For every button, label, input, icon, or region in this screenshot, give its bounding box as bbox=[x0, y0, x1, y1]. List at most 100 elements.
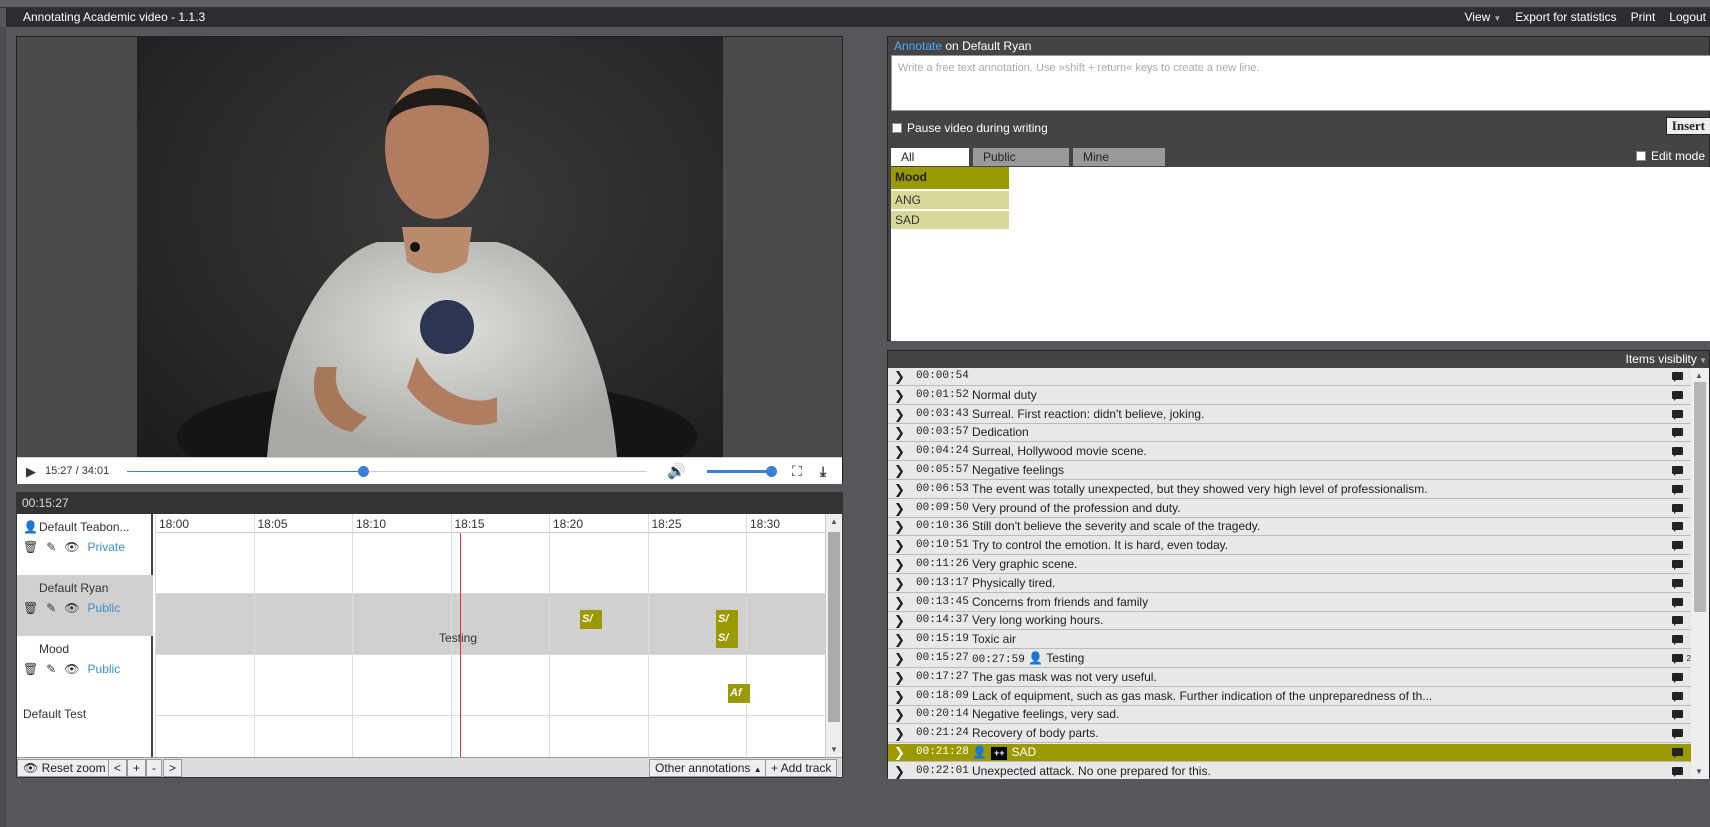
list-item[interactable]: ❯ 00:10:36 Still don't believe the severit… bbox=[888, 518, 1693, 537]
chevron-right-icon[interactable]: ❯ bbox=[894, 669, 905, 686]
timeline-annotation[interactable]: S/ bbox=[580, 610, 602, 629]
track-label[interactable]: 👤 Default Teabon... 🗑 ✎ 👁 Private bbox=[17, 514, 153, 575]
annotation-textarea[interactable]: Write a free text annotation. Use »shift… bbox=[891, 55, 1710, 111]
list-item[interactable]: ❯ 00:05:57 Negative feelings bbox=[888, 462, 1693, 480]
track-row[interactable] bbox=[155, 716, 825, 757]
track-label[interactable]: Default Test bbox=[17, 697, 153, 758]
list-item[interactable]: ❯ 00:17:27 The gas mask was not very usefu… bbox=[888, 668, 1693, 687]
comment-icon[interactable] bbox=[1672, 409, 1683, 420]
comment-icon[interactable] bbox=[1672, 447, 1683, 458]
scroll-up-icon[interactable]: ▲ bbox=[830, 517, 838, 526]
category-item[interactable]: ANG bbox=[891, 191, 1009, 209]
track-visibility[interactable]: Private bbox=[88, 540, 125, 554]
list-item[interactable]: ❯ 00:00:54 bbox=[888, 368, 1693, 386]
list-item[interactable]: ❯ 00:15:19 Toxic air bbox=[888, 631, 1693, 650]
other-annotations-button[interactable]: Other annotations ▲ bbox=[649, 759, 768, 777]
chevron-right-icon[interactable]: ❯ bbox=[894, 500, 905, 517]
volume-slider[interactable] bbox=[707, 466, 777, 477]
chevron-right-icon[interactable]: ❯ bbox=[894, 575, 905, 592]
list-item[interactable]: ❯ 00:10:51 Try to control the emotion. It … bbox=[888, 537, 1693, 556]
track-label[interactable]: Default Ryan 🗑 ✎ 👁 Public bbox=[17, 575, 153, 636]
comment-icon[interactable] bbox=[1672, 635, 1683, 646]
timeline-annotation-text[interactable]: Testing bbox=[439, 631, 477, 645]
insert-button[interactable]: Insert bbox=[1665, 117, 1710, 135]
annotate-link[interactable]: Annotate bbox=[894, 39, 942, 53]
list-item[interactable]: ❯ 00:13:45 Concerns from friends and famil… bbox=[888, 593, 1693, 612]
chevron-right-icon[interactable]: ❯ bbox=[894, 612, 905, 629]
chevron-right-icon[interactable]: ❯ bbox=[894, 518, 905, 535]
track-row[interactable] bbox=[155, 533, 825, 594]
fullscreen-icon[interactable]: ⛶ bbox=[792, 458, 802, 485]
list-item[interactable]: ❯ 00:14:37 Very long working hours. bbox=[888, 612, 1693, 631]
export-link[interactable]: Export for statistics bbox=[1515, 8, 1616, 28]
comment-icon[interactable] bbox=[1672, 672, 1683, 683]
comment-icon[interactable] bbox=[1672, 654, 1683, 664]
chevron-right-icon[interactable]: ❯ bbox=[894, 556, 905, 573]
comment-icon[interactable] bbox=[1672, 466, 1683, 476]
track-label[interactable]: Mood 🗑 ✎ 👁 Public bbox=[17, 636, 153, 697]
reset-zoom-button[interactable]: 👁 Reset zoom bbox=[17, 759, 112, 777]
visibility-icon[interactable]: 👁 bbox=[64, 540, 79, 554]
chevron-right-icon[interactable]: ❯ bbox=[894, 537, 905, 554]
list-item[interactable]: ❯ 00:18:09 Lack of equipment, such as gas … bbox=[888, 687, 1693, 706]
logout-link[interactable]: Logout bbox=[1669, 8, 1706, 28]
chevron-right-icon[interactable]: ❯ bbox=[894, 688, 905, 705]
list-item[interactable]: ❯ 00:06:53 The event was totally unexpecte… bbox=[888, 480, 1693, 499]
timeline-annotation[interactable]: Af bbox=[728, 684, 750, 703]
volume-handle[interactable] bbox=[766, 466, 777, 477]
chevron-right-icon[interactable]: ❯ bbox=[894, 387, 905, 404]
seek-handle[interactable] bbox=[358, 466, 370, 477]
track-visibility[interactable]: Public bbox=[88, 662, 121, 676]
timeline-area[interactable]: 18:00 18:05 18:10 18:15 18:20 18:25 18:30 S/ S… bbox=[155, 514, 825, 757]
comment-icon[interactable] bbox=[1672, 522, 1683, 533]
comment-icon[interactable] bbox=[1672, 616, 1683, 627]
comment-icon[interactable] bbox=[1672, 691, 1683, 702]
list-scroll-thumb[interactable] bbox=[1694, 382, 1706, 612]
comment-icon[interactable] bbox=[1672, 560, 1683, 570]
print-link[interactable]: Print bbox=[1631, 8, 1656, 28]
scroll-down-icon[interactable]: ▼ bbox=[1695, 767, 1703, 776]
chevron-right-icon[interactable]: ❯ bbox=[894, 706, 905, 723]
list-item[interactable]: ❯ 00:11:26 Very graphic scene. bbox=[888, 556, 1693, 574]
comment-icon[interactable] bbox=[1672, 503, 1683, 514]
list-item[interactable]: ❯ 00:04:24 Surreal, Hollywood movie scene. bbox=[888, 443, 1693, 462]
list-item[interactable]: ❯ 00:21:28 👤 ++ SAD bbox=[888, 744, 1693, 762]
chevron-right-icon[interactable]: ❯ bbox=[894, 443, 905, 460]
seek-bar[interactable] bbox=[127, 466, 647, 477]
tab-public[interactable]: Public bbox=[973, 148, 1069, 166]
comment-icon[interactable] bbox=[1672, 729, 1683, 740]
comment-icon[interactable] bbox=[1672, 578, 1683, 589]
comment-icon[interactable] bbox=[1672, 710, 1683, 721]
chevron-right-icon[interactable]: ❯ bbox=[894, 650, 905, 667]
chevron-right-icon[interactable]: ❯ bbox=[894, 406, 905, 423]
zoom-out-button[interactable]: - bbox=[146, 759, 162, 777]
edit-mode-option[interactable]: Edit mode bbox=[1635, 149, 1705, 163]
prev-button[interactable]: < bbox=[108, 759, 128, 777]
list-item[interactable]: ❯ 00:13:17 Physically tired. bbox=[888, 574, 1693, 593]
comment-icon[interactable] bbox=[1672, 428, 1683, 439]
visibility-icon[interactable]: 👁 bbox=[64, 662, 79, 676]
comment-icon[interactable] bbox=[1672, 484, 1683, 495]
track-row[interactable] bbox=[155, 655, 825, 716]
chevron-right-icon[interactable]: ❯ bbox=[894, 424, 905, 441]
delete-icon[interactable]: 🗑 bbox=[23, 540, 38, 554]
tab-all[interactable]: All bbox=[891, 148, 969, 166]
timeline-annotation[interactable]: S/ bbox=[716, 629, 738, 648]
list-item[interactable]: ❯ 00:03:43 Surreal. First reaction: didn't… bbox=[888, 405, 1693, 424]
video-frame[interactable] bbox=[137, 37, 723, 457]
chevron-right-icon[interactable]: ❯ bbox=[894, 725, 905, 742]
chevron-right-icon[interactable]: ❯ bbox=[894, 744, 905, 761]
delete-icon[interactable]: 🗑 bbox=[23, 601, 38, 615]
list-item[interactable]: ❯ 00:21:24 Recovery of body parts. bbox=[888, 725, 1693, 744]
next-button[interactable]: > bbox=[163, 759, 183, 777]
list-scrollbar[interactable]: ▲ ▼ bbox=[1691, 368, 1709, 779]
chevron-right-icon[interactable]: ❯ bbox=[894, 763, 905, 779]
list-item[interactable]: ❯ 00:01:52 Normal duty bbox=[888, 386, 1693, 405]
timeline-scrollbar[interactable]: ▲ ▼ bbox=[825, 514, 842, 757]
delete-icon[interactable]: 🗑 bbox=[23, 662, 38, 676]
list-item[interactable]: ❯ 00:15:27 00:27:59 👤 Testing 2 bbox=[888, 650, 1693, 668]
track-visibility[interactable]: Public bbox=[88, 601, 121, 615]
list-item[interactable]: ❯ 00:20:14 Negative feelings, very sad. bbox=[888, 706, 1693, 725]
zoom-in-button[interactable]: + bbox=[127, 759, 147, 777]
scroll-down-icon[interactable]: ▼ bbox=[830, 745, 838, 754]
